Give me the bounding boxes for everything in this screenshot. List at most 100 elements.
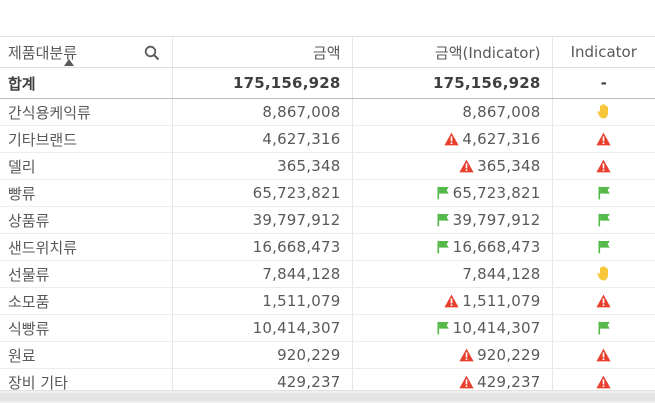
table-row[interactable]: 간식용케익류 8,867,008 8,867,008 xyxy=(0,98,655,126)
hand-icon xyxy=(597,265,611,281)
row-amount: 16,668,473 xyxy=(172,233,353,261)
header-row: 제품대분류 금액 금액(Indicator) Indicator xyxy=(0,37,655,68)
row-label[interactable]: 샌드위치류 xyxy=(0,233,173,261)
row-amount-indicator: 365,348 xyxy=(352,152,553,180)
table-row[interactable]: 빵류 65,723,821 65,723,821 xyxy=(0,179,655,207)
row-amount-indicator: 10,414,307 xyxy=(352,314,553,342)
row-amount-indicator: 429,237 xyxy=(352,368,553,390)
row-amount: 365,348 xyxy=(172,152,353,180)
row-indicator xyxy=(552,233,655,261)
row-amount-indicator: 8,867,008 xyxy=(352,98,553,126)
warning-triangle-icon xyxy=(459,375,474,389)
row-label[interactable]: 식빵류 xyxy=(0,314,173,342)
row-label[interactable]: 빵류 xyxy=(0,179,173,207)
row-label[interactable]: 상품류 xyxy=(0,206,173,234)
table-row[interactable]: 샌드위치류 16,668,473 16,668,473 xyxy=(0,233,655,261)
row-amount-indicator-value: 8,867,008 xyxy=(462,103,541,121)
row-label[interactable]: 장비 기타 xyxy=(0,368,173,390)
row-indicator xyxy=(552,98,655,126)
table-row[interactable]: 장비 기타 429,237 429,237 xyxy=(0,368,655,390)
row-amount-indicator: 920,229 xyxy=(352,341,553,369)
warning-triangle-icon xyxy=(459,348,474,362)
warning-triangle-icon xyxy=(444,294,459,308)
total-indicator: - xyxy=(552,67,655,99)
row-amount-indicator: 1,511,079 xyxy=(352,287,553,315)
row-amount-indicator-value: 920,229 xyxy=(477,346,541,364)
row-indicator xyxy=(552,179,655,207)
row-amount-indicator-value: 365,348 xyxy=(477,157,541,175)
row-label[interactable]: 선물류 xyxy=(0,260,173,288)
row-label[interactable]: 델리 xyxy=(0,152,173,180)
row-indicator xyxy=(552,206,655,234)
warning-triangle-icon xyxy=(596,294,611,308)
row-amount: 65,723,821 xyxy=(172,179,353,207)
table-row[interactable]: 델리 365,348 365,348 xyxy=(0,152,655,180)
row-amount: 429,237 xyxy=(172,368,353,390)
table-row[interactable]: 기타브랜드 4,627,316 4,627,316 xyxy=(0,125,655,153)
table-row[interactable]: 선물류 7,844,128 7,844,128 xyxy=(0,260,655,288)
scrollbar-thumb[interactable] xyxy=(0,393,655,401)
warning-triangle-icon xyxy=(596,375,611,389)
column-header-amount[interactable]: 금액 xyxy=(172,37,353,68)
row-amount-indicator: 39,797,912 xyxy=(352,206,553,234)
flag-icon xyxy=(597,321,611,335)
table-container: 제품대분류 금액 금액(Indicator) Indicator 합계 175,… xyxy=(0,37,655,390)
flag-icon xyxy=(597,240,611,254)
table-row[interactable]: 상품류 39,797,912 39,797,912 xyxy=(0,206,655,234)
flag-icon xyxy=(436,213,450,227)
table-row[interactable]: 소모품 1,511,079 1,511,079 xyxy=(0,287,655,315)
toolbar-area xyxy=(0,0,655,37)
row-amount-indicator: 4,627,316 xyxy=(352,125,553,153)
row-amount-indicator-value: 1,511,079 xyxy=(462,292,541,310)
row-amount: 1,511,079 xyxy=(172,287,353,315)
row-label[interactable]: 원료 xyxy=(0,341,173,369)
total-label: 합계 xyxy=(0,67,173,99)
horizontal-scrollbar[interactable] xyxy=(0,390,655,403)
row-amount-indicator-value: 39,797,912 xyxy=(452,211,541,229)
row-amount: 7,844,128 xyxy=(172,260,353,288)
warning-triangle-icon xyxy=(596,348,611,362)
total-row: 합계 175,156,928 175,156,928 - xyxy=(0,67,655,99)
row-indicator xyxy=(552,287,655,315)
row-label[interactable]: 소모품 xyxy=(0,287,173,315)
total-amount: 175,156,928 xyxy=(172,67,353,99)
flag-icon xyxy=(597,213,611,227)
column-header-indicator[interactable]: Indicator xyxy=(552,37,655,68)
row-label[interactable]: 기타브랜드 xyxy=(0,125,173,153)
row-amount-indicator-value: 65,723,821 xyxy=(452,184,541,202)
column-header-dimension[interactable]: 제품대분류 xyxy=(0,37,173,68)
row-indicator xyxy=(552,260,655,288)
row-indicator xyxy=(552,314,655,342)
search-icon[interactable] xyxy=(144,45,160,61)
row-amount: 920,229 xyxy=(172,341,353,369)
table-row[interactable]: 원료 920,229 920,229 xyxy=(0,341,655,369)
row-amount: 8,867,008 xyxy=(172,98,353,126)
sort-ascending-icon[interactable] xyxy=(64,59,74,66)
data-table: 제품대분류 금액 금액(Indicator) Indicator 합계 175,… xyxy=(0,37,655,390)
flag-icon xyxy=(436,186,450,200)
row-indicator xyxy=(552,152,655,180)
row-amount-indicator-value: 7,844,128 xyxy=(462,265,541,283)
column-header-amount-indicator[interactable]: 금액(Indicator) xyxy=(352,37,553,68)
row-label[interactable]: 간식용케익류 xyxy=(0,98,173,126)
warning-triangle-icon xyxy=(596,132,611,146)
row-indicator xyxy=(552,125,655,153)
flag-icon xyxy=(597,186,611,200)
row-amount: 39,797,912 xyxy=(172,206,353,234)
row-amount-indicator-value: 429,237 xyxy=(477,373,541,390)
hand-icon xyxy=(597,103,611,119)
table-row[interactable]: 식빵류 10,414,307 10,414,307 xyxy=(0,314,655,342)
row-amount-indicator-value: 16,668,473 xyxy=(452,238,541,256)
row-amount-indicator-value: 4,627,316 xyxy=(462,130,541,148)
row-indicator xyxy=(552,368,655,390)
warning-triangle-icon xyxy=(459,159,474,173)
flag-icon xyxy=(436,240,450,254)
row-amount-indicator: 16,668,473 xyxy=(352,233,553,261)
warning-triangle-icon xyxy=(596,159,611,173)
total-amount-indicator: 175,156,928 xyxy=(352,67,553,99)
row-indicator xyxy=(552,341,655,369)
warning-triangle-icon xyxy=(444,132,459,146)
row-amount-indicator: 7,844,128 xyxy=(352,260,553,288)
row-amount-indicator: 65,723,821 xyxy=(352,179,553,207)
flag-icon xyxy=(436,321,450,335)
